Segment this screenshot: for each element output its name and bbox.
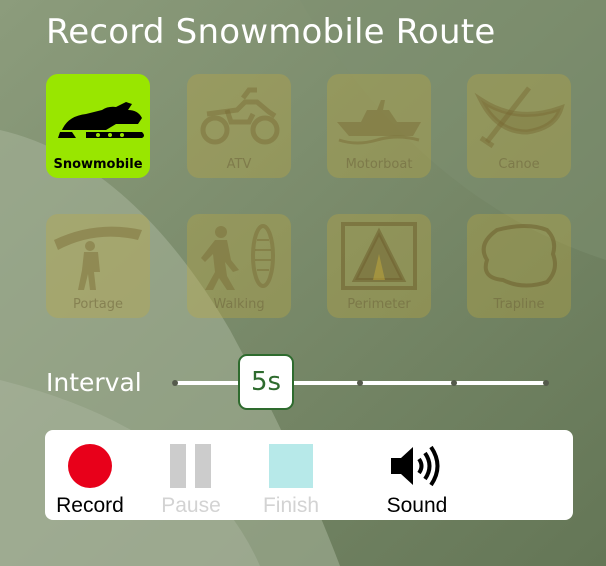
activity-tile-trapline[interactable]: Trapline: [467, 214, 571, 318]
interval-stop[interactable]: [357, 380, 363, 386]
tent-perimeter-icon: [327, 220, 431, 292]
speaker-icon: [367, 443, 467, 489]
activity-label: Snowmobile: [53, 157, 143, 172]
activity-label: ATV: [226, 157, 252, 172]
activity-tile-walking[interactable]: Walking: [187, 214, 291, 318]
interval-slider-thumb[interactable]: 5s: [238, 354, 294, 410]
sound-button[interactable]: Sound: [367, 430, 467, 520]
activity-label: Portage: [73, 297, 123, 312]
activity-tile-perimeter[interactable]: Perimeter: [327, 214, 431, 318]
activity-label: Trapline: [493, 297, 545, 312]
activity-tile-portage[interactable]: Portage: [46, 214, 150, 318]
interval-stop[interactable]: [172, 380, 178, 386]
sound-label: Sound: [386, 494, 448, 517]
pause-button[interactable]: Pause: [141, 430, 241, 520]
trapline-loop-icon: [467, 220, 571, 292]
finish-label: Finish: [262, 494, 320, 517]
activity-tile-canoe[interactable]: Canoe: [467, 74, 571, 178]
motorboat-icon: [327, 80, 431, 152]
finish-button[interactable]: Finish: [241, 430, 341, 520]
interval-stop[interactable]: [451, 380, 457, 386]
pause-icon: [141, 443, 241, 489]
activity-label: Perimeter: [347, 297, 411, 312]
activity-label: Walking: [213, 297, 265, 312]
pause-label: Pause: [161, 494, 221, 517]
activity-tile-atv[interactable]: ATV: [187, 74, 291, 178]
activity-label: Motorboat: [345, 157, 413, 172]
snowmobile-icon: [46, 80, 150, 152]
portage-icon: [46, 220, 150, 292]
interval-stop[interactable]: [543, 380, 549, 386]
record-button[interactable]: Record: [40, 430, 140, 520]
page-title: Record Snowmobile Route: [46, 12, 496, 52]
activity-tile-motorboat[interactable]: Motorboat: [327, 74, 431, 178]
activity-label: Canoe: [498, 157, 540, 172]
stop-icon: [241, 443, 341, 489]
canoe-icon: [467, 80, 571, 152]
atv-icon: [187, 80, 291, 152]
walking-snowshoe-icon: [187, 220, 291, 292]
recording-controls-panel: Record Pause Finish Sound: [45, 430, 573, 520]
record-icon: [40, 443, 140, 489]
interval-label: Interval: [46, 368, 142, 397]
activity-tile-snowmobile[interactable]: Snowmobile: [46, 74, 150, 178]
record-label: Record: [56, 494, 124, 517]
